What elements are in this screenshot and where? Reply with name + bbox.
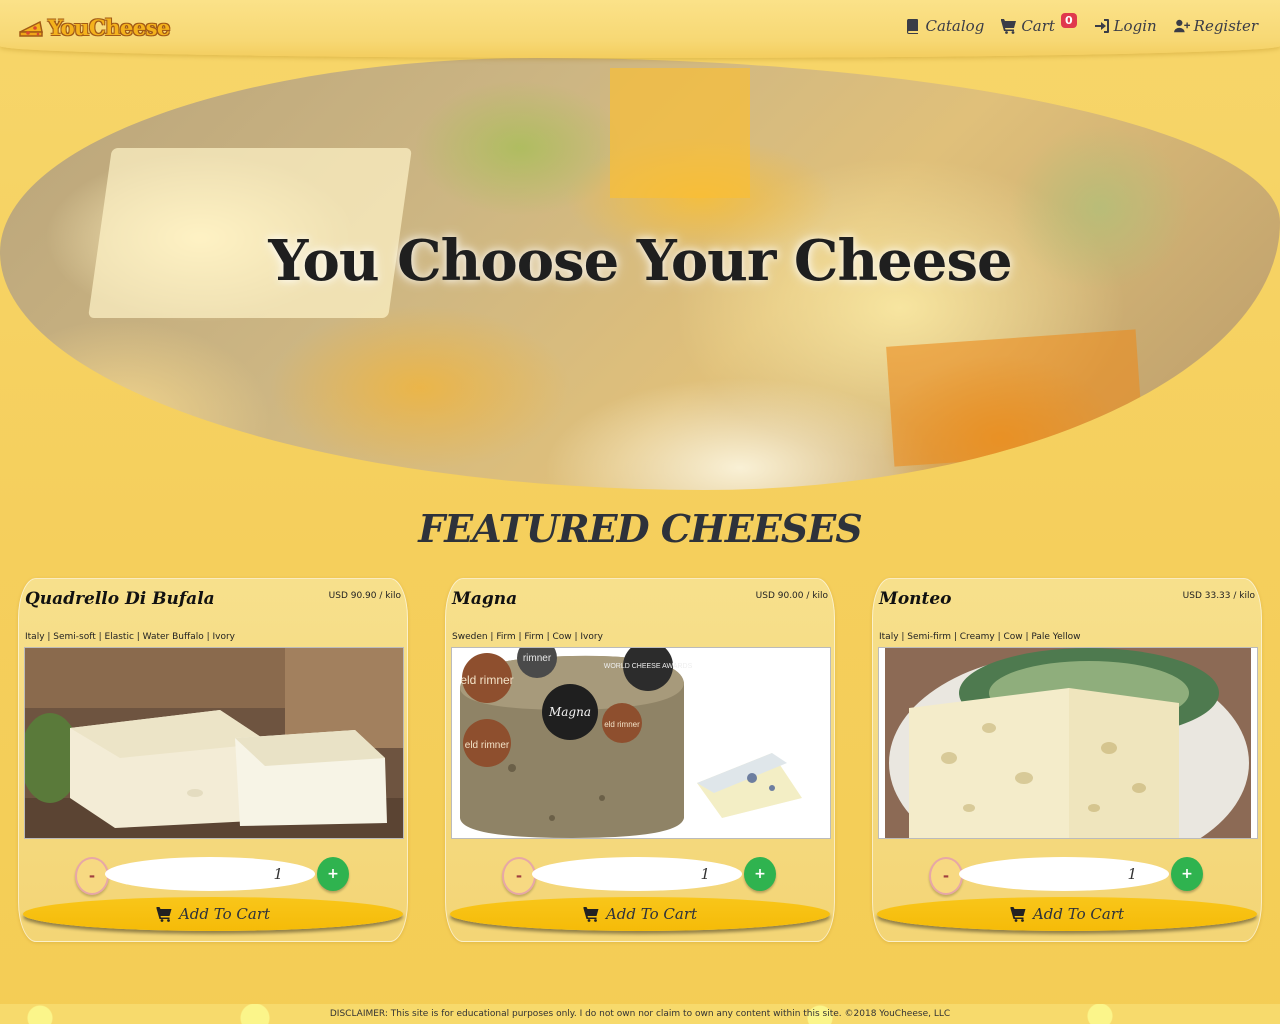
increase-qty-button[interactable]: +: [317, 857, 349, 891]
award-badge: Magna: [542, 684, 598, 740]
cart-icon: [1010, 907, 1026, 922]
nav-cart[interactable]: Cart 0: [1001, 12, 1077, 35]
product-price: USD 33.33 / kilo: [1182, 591, 1255, 601]
nav-login[interactable]: Login: [1094, 17, 1157, 35]
cart-icon: [1001, 19, 1017, 34]
sign-in-icon: [1094, 19, 1109, 33]
product-price: USD 90.00 / kilo: [755, 591, 828, 601]
add-to-cart-label: Add To Cart: [605, 905, 698, 923]
brand-name: YouCheese: [48, 14, 170, 40]
nav-login-label: Login: [1113, 17, 1157, 35]
nav-catalog[interactable]: Catalog: [905, 17, 984, 35]
product-name[interactable]: Quadrello Di Bufala: [25, 589, 215, 609]
product-card: Magna USD 90.00 / kilo Sweden | Firm | F…: [445, 578, 835, 942]
nav-cart-label: Cart: [1021, 17, 1055, 35]
product-tags: Italy | Semi-firm | Creamy | Cow | Pale …: [879, 632, 1081, 642]
quantity-stepper: - +: [502, 855, 778, 895]
cheese-icon: [19, 20, 43, 37]
decrease-qty-button[interactable]: -: [502, 857, 536, 895]
product-name[interactable]: Monteo: [879, 589, 952, 609]
badge-text: eld rimner: [465, 740, 510, 751]
add-to-cart-button[interactable]: Add To Cart: [450, 897, 830, 931]
quantity-stepper: - +: [75, 855, 351, 895]
nav-register-label: Register: [1193, 17, 1258, 35]
award-badge: eld rimner: [463, 719, 511, 767]
product-card: Quadrello Di Bufala USD 90.90 / kilo Ita…: [18, 578, 408, 942]
product-card: Monteo USD 33.33 / kilo Italy | Semi-fir…: [872, 578, 1262, 942]
add-to-cart-label: Add To Cart: [178, 905, 271, 923]
quantity-input[interactable]: [105, 857, 315, 891]
quantity-input[interactable]: [532, 857, 742, 891]
badge-text: WORLD CHEESE AWARDS: [604, 663, 693, 670]
product-tags: Italy | Semi-soft | Elastic | Water Buff…: [25, 632, 235, 642]
badge-text: eld rimner: [604, 720, 640, 729]
add-to-cart-button[interactable]: Add To Cart: [877, 897, 1257, 931]
decrease-qty-button[interactable]: -: [929, 857, 963, 895]
decrease-qty-button[interactable]: -: [75, 857, 109, 895]
badge-text: Magna: [548, 705, 591, 719]
footer-disclaimer: DISCLAIMER: This site is for educational…: [329, 1009, 951, 1019]
hero-cheese-block: [610, 68, 750, 198]
cart-icon: [583, 907, 599, 922]
cart-count-badge: 0: [1060, 12, 1077, 28]
hero-title: You Choose Your Cheese: [268, 228, 1012, 294]
book-icon: [907, 19, 919, 34]
quantity-stepper: - +: [929, 855, 1205, 895]
featured-title: FEATURED CHEESES: [418, 506, 862, 551]
add-to-cart-button[interactable]: Add To Cart: [23, 897, 403, 931]
increase-qty-button[interactable]: +: [1171, 857, 1203, 891]
badge-text: rimner: [523, 653, 552, 664]
quantity-input[interactable]: [959, 857, 1169, 891]
award-badge: eld rimner: [602, 703, 642, 743]
cart-icon: [156, 907, 172, 922]
quadrello-cheese-image: [25, 648, 403, 838]
add-to-cart-label: Add To Cart: [1032, 905, 1125, 923]
brand[interactable]: YouCheese: [18, 14, 170, 40]
product-image[interactable]: [24, 647, 404, 839]
magna-cheese-image: eld rimner rimner WORLD CHEESE AWARDS Ma…: [452, 648, 830, 838]
product-image[interactable]: [878, 647, 1258, 839]
badge-text: eld rimner: [460, 673, 513, 687]
nav-register[interactable]: Register: [1173, 17, 1258, 35]
nav-catalog-label: Catalog: [925, 17, 985, 35]
monteo-cheese-image: [879, 648, 1257, 838]
product-tags: Sweden | Firm | Firm | Cow | Ivory: [452, 632, 603, 642]
hero-cheddar-block: [886, 329, 1144, 467]
product-name[interactable]: Magna: [452, 589, 517, 609]
increase-qty-button[interactable]: +: [744, 857, 776, 891]
user-plus-icon: [1173, 19, 1190, 33]
navbar: YouCheese Catalog Cart 0 Login Register: [0, 0, 1280, 58]
product-image[interactable]: eld rimner rimner WORLD CHEESE AWARDS Ma…: [451, 647, 831, 839]
product-price: USD 90.90 / kilo: [328, 591, 401, 601]
footer: DISCLAIMER: This site is for educational…: [0, 1004, 1280, 1024]
nav-links: Catalog Cart 0 Login Register: [905, 12, 1258, 35]
hero-banner: You Choose Your Cheese: [0, 58, 1280, 490]
